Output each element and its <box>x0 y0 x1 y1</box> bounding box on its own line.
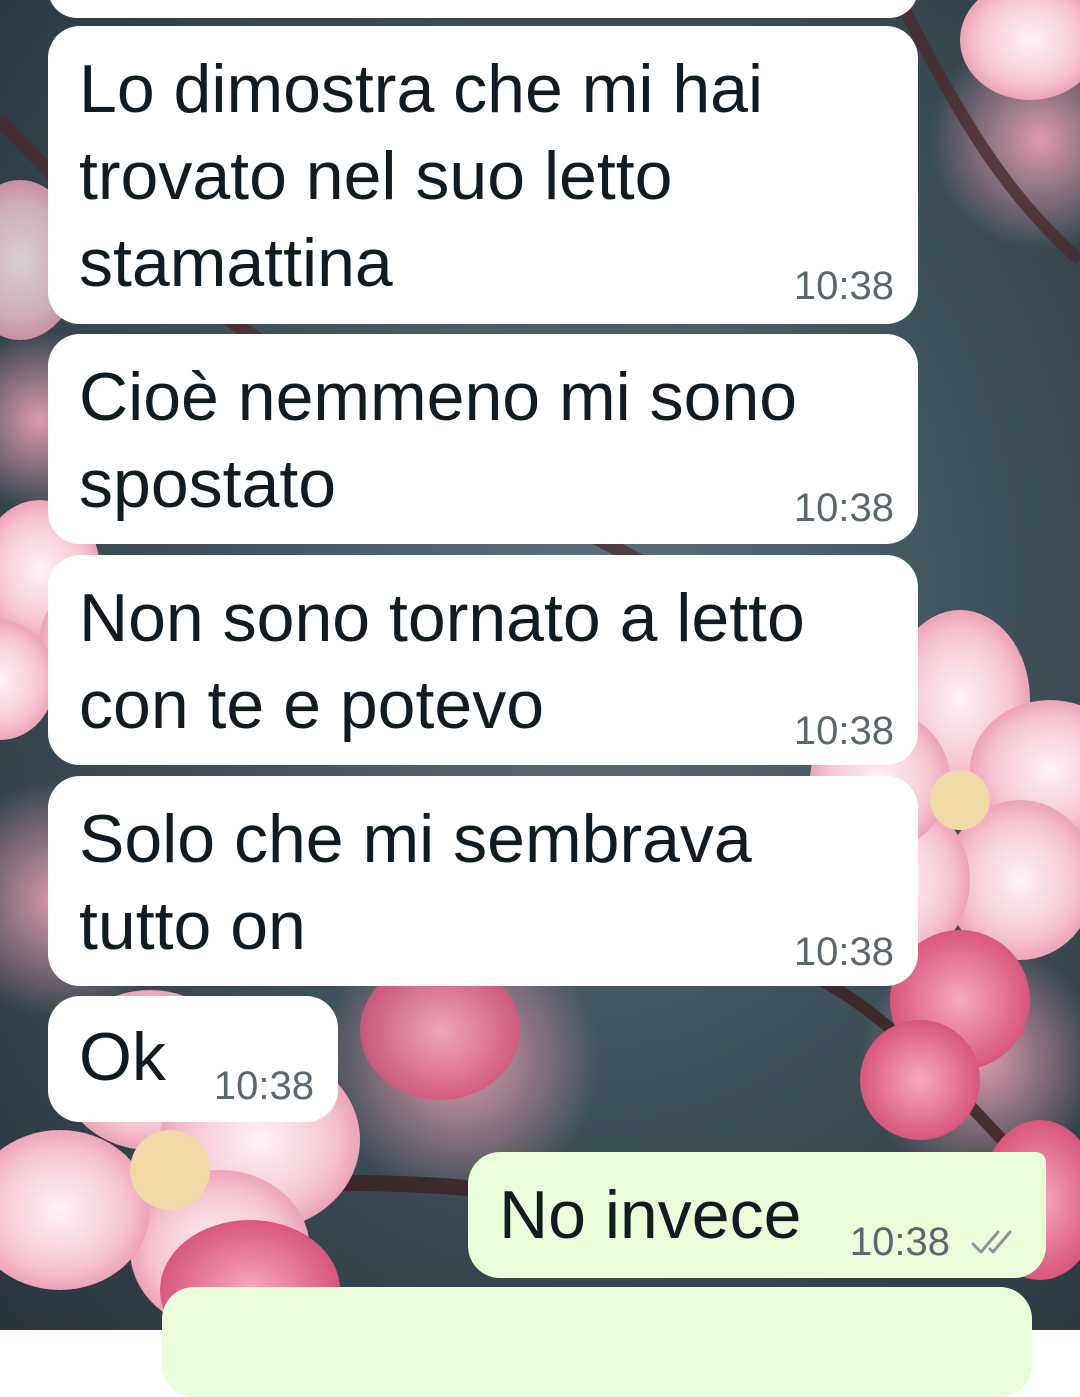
message-text: Non sono tornato a letto con te e potevo <box>79 575 805 749</box>
message-line: tutto on <box>79 888 306 964</box>
message-line: stamattina <box>79 225 393 301</box>
message-line: con te e potevo <box>79 667 545 743</box>
outgoing-message-partial[interactable] <box>162 1287 1032 1397</box>
message-timestamp: 10:38 <box>213 1064 314 1108</box>
message-timestamp: 10:38 <box>793 930 894 974</box>
message-line: Solo che mi sembrava <box>79 801 752 877</box>
message-line: Lo dimostra che mi hai <box>79 51 764 127</box>
outgoing-message[interactable]: No invece 10:38 <box>468 1152 1046 1278</box>
message-text: Lo dimostra che mi hai trovato nel suo l… <box>79 46 763 307</box>
double-check-icon <box>971 1230 1012 1254</box>
message-line: trovato nel suo letto <box>79 138 673 214</box>
message-line: Non sono tornato a letto <box>79 580 805 656</box>
message-bubble-partial[interactable] <box>48 0 918 18</box>
message-line: No invece <box>499 1177 802 1253</box>
incoming-message[interactable]: Cioè nemmeno mi sono spostato 10:38 <box>48 334 918 544</box>
message-text: No invece <box>499 1172 801 1259</box>
message-timestamp: 10:38 <box>793 709 894 753</box>
message-line: Ok <box>79 1019 166 1095</box>
message-text: Cioè nemmeno mi sono spostato <box>79 354 797 528</box>
incoming-message[interactable]: Ok 10:38 <box>48 996 338 1122</box>
message-text: Ok <box>79 1014 166 1101</box>
incoming-message[interactable]: Solo che mi sembrava tutto on 10:38 <box>48 776 918 986</box>
incoming-message[interactable]: Non sono tornato a letto con te e potevo… <box>48 555 918 765</box>
message-timestamp: 10:38 <box>849 1220 950 1264</box>
message-timestamp: 10:38 <box>793 486 894 530</box>
message-text: Solo che mi sembrava tutto on <box>79 796 752 970</box>
incoming-message[interactable]: Lo dimostra che mi hai trovato nel suo l… <box>48 26 918 324</box>
message-line: spostato <box>79 446 337 522</box>
message-line: Cioè nemmeno mi sono <box>79 359 798 435</box>
message-timestamp: 10:38 <box>793 264 894 308</box>
